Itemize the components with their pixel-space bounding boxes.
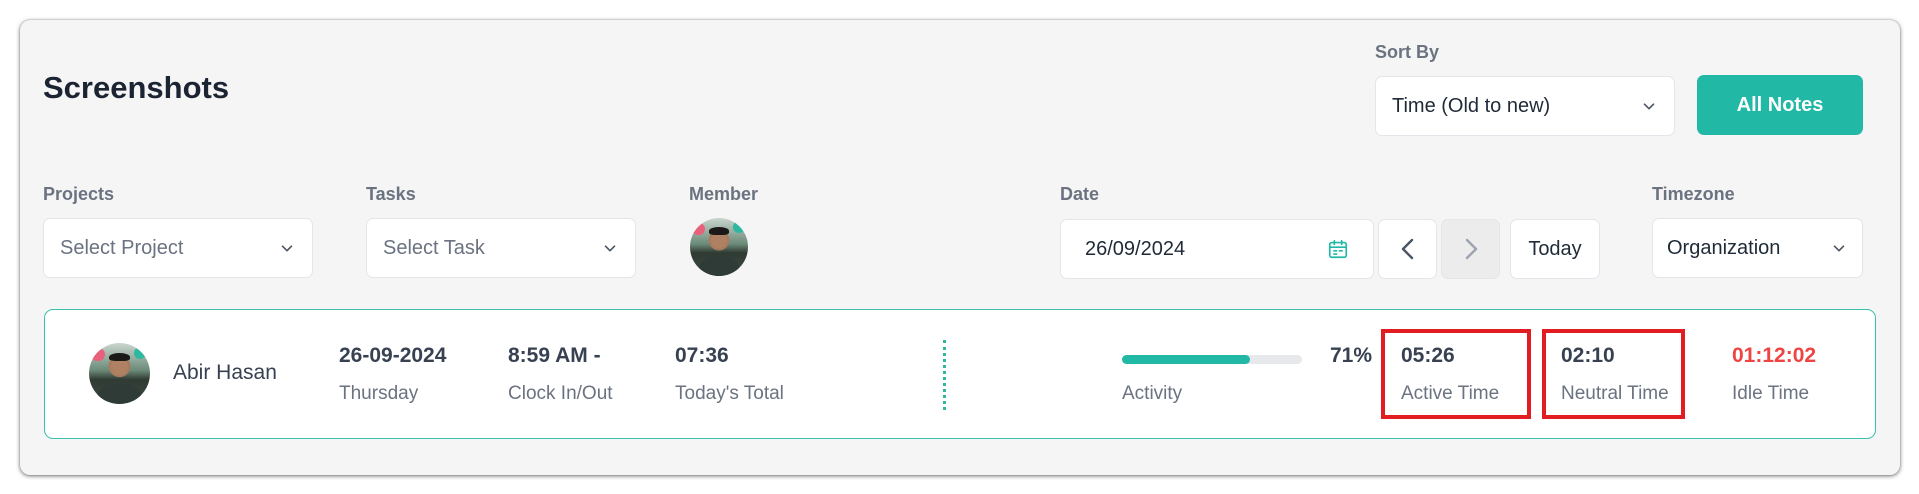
- idle-time-label: Idle Time: [1732, 383, 1810, 404]
- page-title: Screenshots: [43, 70, 230, 105]
- sort-by-value: Time (Old to new): [1392, 94, 1551, 117]
- project-placeholder: Select Project: [60, 236, 184, 259]
- member-row-avatar: [89, 343, 150, 404]
- screenshots-panel: Screenshots Sort By Time (Old to new) Al…: [20, 20, 1900, 475]
- next-day-button[interactable]: [1441, 219, 1500, 279]
- member-avatar[interactable]: [690, 218, 748, 276]
- date-value: 26/09/2024: [1085, 237, 1186, 260]
- date-label: Date: [1060, 184, 1100, 204]
- today-total-value: 07:36: [675, 344, 729, 367]
- member-label: Member: [689, 184, 759, 204]
- calendar-icon: [1328, 239, 1348, 259]
- activity-percent: 71%: [1330, 344, 1373, 367]
- summary-weekday: Thursday: [339, 383, 419, 404]
- timezone-select[interactable]: Organization: [1652, 218, 1863, 278]
- chevron-left-icon: [1401, 238, 1413, 260]
- clock-in-out-value: 8:59 AM -: [508, 344, 601, 367]
- date-input[interactable]: 26/09/2024: [1060, 219, 1374, 279]
- chevron-down-icon: [1643, 103, 1655, 110]
- today-button[interactable]: Today: [1510, 219, 1600, 279]
- today-total-label: Today's Total: [675, 383, 784, 404]
- project-select[interactable]: Select Project: [43, 218, 313, 278]
- member-summary-row: Abir Hasan 26-09-2024 Thursday 8:59 AM -…: [44, 309, 1876, 439]
- activity-label: Activity: [1122, 383, 1183, 404]
- active-time-highlight-box: [1381, 329, 1531, 419]
- chevron-down-icon: [604, 245, 616, 252]
- idle-time-value: 01:12:02: [1732, 344, 1817, 367]
- neutral-time-highlight-box: [1542, 329, 1685, 419]
- activity-progress-fill: [1122, 355, 1250, 364]
- timezone-label: Timezone: [1652, 184, 1735, 204]
- chevron-down-icon: [281, 245, 293, 252]
- clock-in-out-label: Clock In/Out: [508, 383, 613, 404]
- tasks-label: Tasks: [366, 184, 416, 204]
- member-name: Abir Hasan: [173, 361, 277, 384]
- sort-by-label: Sort By: [1375, 42, 1440, 62]
- task-placeholder: Select Task: [383, 236, 485, 259]
- task-select[interactable]: Select Task: [366, 218, 636, 278]
- activity-progress-bar: [1122, 355, 1302, 364]
- chevron-down-icon: [1833, 245, 1845, 252]
- timezone-value: Organization: [1667, 236, 1781, 259]
- dotted-divider: [943, 340, 946, 410]
- sort-by-select[interactable]: Time (Old to new): [1375, 76, 1675, 136]
- projects-label: Projects: [43, 184, 115, 204]
- all-notes-button[interactable]: All Notes: [1697, 75, 1863, 135]
- previous-day-button[interactable]: [1378, 219, 1437, 279]
- chevron-right-icon: [1465, 238, 1477, 260]
- summary-date: 26-09-2024: [339, 344, 447, 367]
